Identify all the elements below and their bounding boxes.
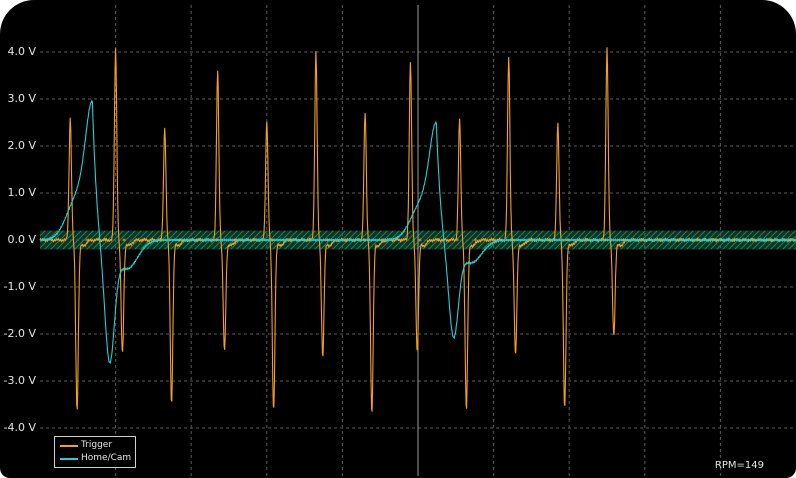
baseline-marker: * [788, 237, 792, 246]
baseline-marker: * [270, 237, 274, 246]
baseline-marker: * [640, 237, 644, 246]
chart-legend: Trigger Home/Cam [54, 436, 136, 468]
oscilloscope-display: ****************************************… [0, 0, 796, 478]
y-tick-label: 1.0 V [7, 186, 36, 199]
baseline-marker: * [289, 237, 293, 246]
baseline-marker: * [492, 237, 496, 246]
y-tick-label: 0.0 V [7, 233, 36, 246]
baseline-marker: * [566, 237, 570, 246]
baseline-marker: * [511, 237, 515, 246]
y-tick-label: -4.0 V [3, 421, 36, 434]
baseline-marker: * [733, 237, 737, 246]
baseline-marker: * [307, 237, 311, 246]
baseline-marker: * [122, 237, 126, 246]
y-tick-label: 2.0 V [7, 139, 36, 152]
baseline-marker: * [677, 237, 681, 246]
legend-swatch-home-cam [60, 458, 78, 460]
baseline-marker: * [344, 237, 348, 246]
legend-item-trigger: Trigger [55, 439, 135, 452]
baseline-marker: * [714, 237, 718, 246]
legend-label: Home/Cam [81, 453, 132, 463]
baseline-marker: * [233, 237, 237, 246]
baseline-marker: * [141, 237, 145, 246]
baseline-marker: * [418, 237, 422, 246]
baseline-marker: * [659, 237, 663, 246]
baseline-marker: * [696, 237, 700, 246]
baseline-marker: * [455, 237, 459, 246]
baseline-marker: * [104, 237, 108, 246]
baseline-marker: * [215, 237, 219, 246]
y-tick-label: 4.0 V [7, 45, 36, 58]
baseline-marker: * [196, 237, 200, 246]
baseline-marker: * [437, 237, 441, 246]
baseline-marker: * [529, 237, 533, 246]
baseline-marker: * [85, 237, 89, 246]
baseline-marker: * [548, 237, 552, 246]
baseline-marker: * [474, 237, 478, 246]
baseline-marker: * [622, 237, 626, 246]
y-tick-label: 3.0 V [7, 92, 36, 105]
legend-swatch-trigger [60, 445, 78, 447]
baseline-marker: * [585, 237, 589, 246]
legend-label: Trigger [81, 440, 113, 450]
baseline-marker: * [603, 237, 607, 246]
baseline-marker: * [363, 237, 367, 246]
y-tick-label: -1.0 V [3, 280, 36, 293]
baseline-marker: * [751, 237, 755, 246]
baseline-marker: * [400, 237, 404, 246]
legend-item-home-cam: Home/Cam [55, 452, 135, 465]
plot-area: **************************************** [39, 5, 796, 476]
y-tick-label: -2.0 V [3, 327, 36, 340]
baseline-marker: * [770, 237, 774, 246]
rpm-readout: RPM=149 [714, 460, 764, 471]
baseline-marker: * [381, 237, 385, 246]
baseline-marker: * [252, 237, 256, 246]
y-tick-label: -3.0 V [3, 374, 36, 387]
baseline-marker: * [326, 237, 330, 246]
baseline-marker: * [178, 237, 182, 246]
baseline-marker: * [159, 237, 163, 246]
